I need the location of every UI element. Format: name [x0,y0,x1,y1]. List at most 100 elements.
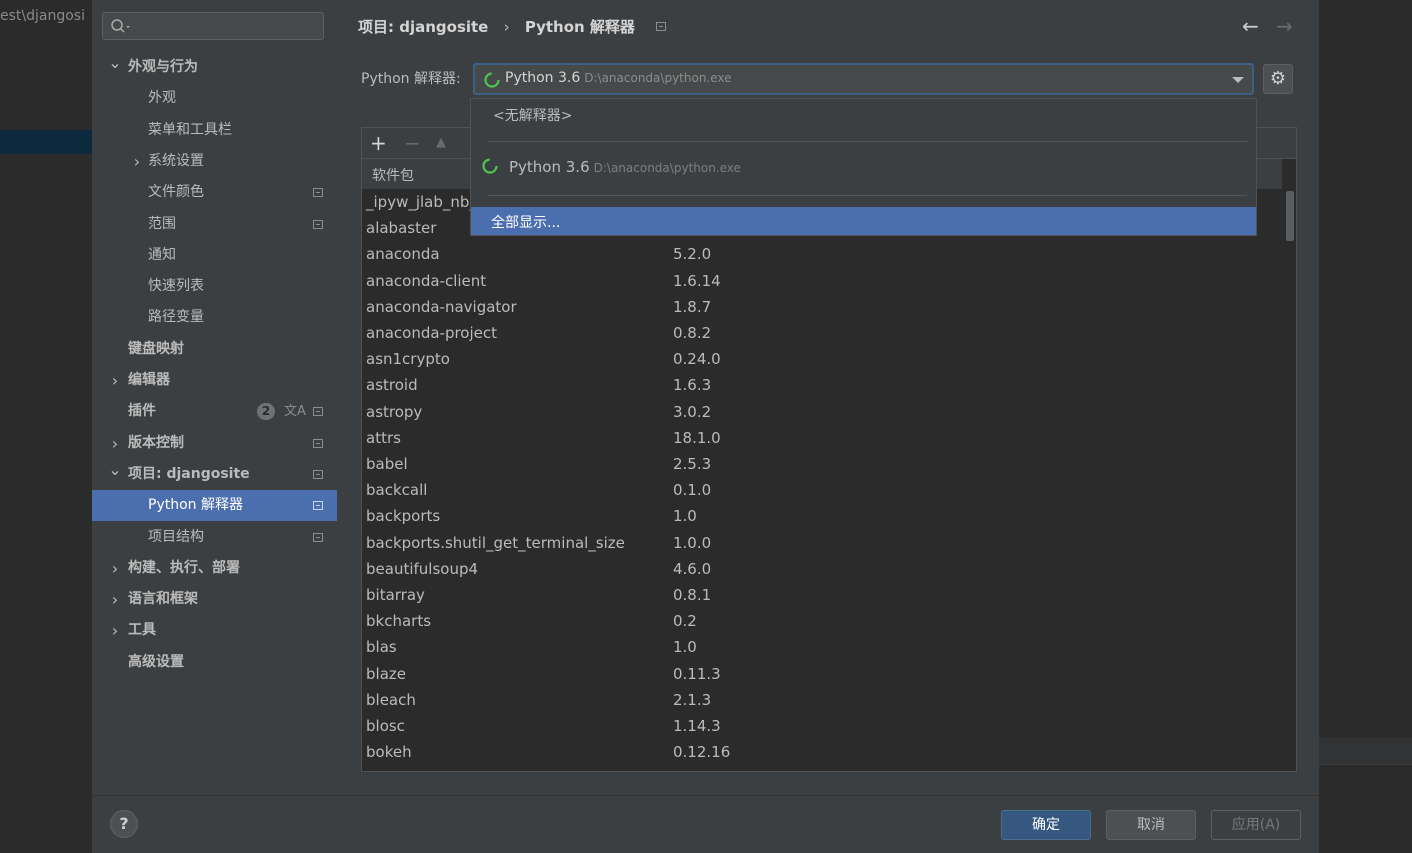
table-row[interactable]: bokeh 0.12.16 [362,739,1282,765]
sidebar-item-label: 版本控制 [128,434,184,451]
help-button[interactable]: ? [110,810,138,838]
sidebar-item-label: 高级设置 [128,653,184,670]
sidebar-item[interactable]: 通知 [92,240,337,271]
package-version: 0.1.0 [673,481,712,500]
sidebar-item[interactable]: 范围 [92,209,337,240]
sidebar-item[interactable]: › 系统设置 [92,146,337,177]
project-level-icon [656,22,667,31]
sidebar-item[interactable]: 外观 [92,83,337,114]
ok-button[interactable]: 确定 [1001,810,1091,840]
table-row[interactable]: bkcharts 0.2 [362,608,1282,634]
table-row[interactable]: anaconda-project 0.8.2 [362,320,1282,346]
back-arrow-icon[interactable]: ← [1242,14,1259,38]
table-row[interactable]: babel 2.5.3 [362,451,1282,477]
cancel-button[interactable]: 取消 [1106,810,1196,840]
table-row[interactable]: beautifulsoup4 4.6.0 [362,556,1282,582]
chevron-down-icon[interactable]: ⌄ [108,47,122,78]
upgrade-package-icon[interactable]: ▲ [436,135,446,150]
sidebar-item-label: 工具 [128,622,156,639]
sidebar-item[interactable]: ⌄ 外观与行为 [92,52,337,83]
table-row[interactable]: backcall 0.1.0 [362,477,1282,503]
sidebar-item-label: Python 解释器 [148,497,243,514]
interpreter-selected-path: D:\anaconda\python.exe [584,71,732,85]
package-version: 1.6.14 [673,271,721,290]
table-row[interactable]: blas 1.0 [362,634,1282,660]
sidebar-item-label: 路径变量 [148,309,204,326]
chevron-down-icon[interactable] [1232,77,1244,83]
chevron-right-icon[interactable]: › [130,146,144,177]
sidebar-item[interactable]: › 编辑器 [92,365,337,396]
project-level-icon [313,469,323,479]
table-row[interactable]: bleach 2.1.3 [362,687,1282,713]
table-row[interactable]: backports 1.0 [362,503,1282,529]
interpreter-dropdown: <无解释器> Python 3.6 D:\anaconda\python.exe … [470,98,1257,236]
table-row[interactable]: anaconda 5.2.0 [362,241,1282,267]
package-name: anaconda [366,245,440,264]
sidebar-item[interactable]: › 版本控制 [92,428,337,459]
packages-scrollbar[interactable] [1283,189,1296,771]
sidebar-item[interactable]: Python 解释器 [92,490,337,522]
package-version: 18.1.0 [673,428,721,447]
sidebar-item[interactable]: 文件颜色 [92,177,337,208]
translate-icon: 文A [284,404,306,420]
table-row[interactable]: anaconda-client 1.6.14 [362,268,1282,294]
sidebar-item[interactable]: › 工具 [92,615,337,646]
chevron-down-icon[interactable]: ⌄ [108,454,122,485]
package-version: 2.5.3 [673,455,712,473]
settings-dialog: ⌄ 外观与行为外观菜单和工具栏 › 系统设置 文件颜色 范围 通知 快速列表路径变量键盘映射 ›… [92,0,1319,853]
project-level-icon [313,188,323,198]
dropdown-option-python36[interactable]: Python 3.6 D:\anaconda\python.exe [481,157,741,176]
sidebar-item[interactable]: 高级设置 [92,647,337,678]
package-version: 0.12.16 [673,743,731,762]
package-version: 3.0.2 [673,402,712,421]
dropdown-show-all[interactable]: 全部显示... [471,207,1256,235]
gear-icon[interactable]: ⚙ [1263,64,1293,94]
chevron-right-icon[interactable]: › [108,584,122,615]
sidebar-item[interactable]: 路径变量 [92,302,337,333]
sidebar-item[interactable]: ⌄ 项目: djangosite [92,459,337,490]
remove-package-icon[interactable]: − [404,131,421,155]
dropdown-option-no-interpreter[interactable]: <无解释器> [493,105,572,125]
package-name: anaconda-project [366,324,498,342]
scrollbar-thumb[interactable] [1286,191,1294,241]
dropdown-divider [488,141,1247,142]
python-spinner-icon [482,158,498,174]
table-row[interactable]: astroid 1.6.3 [362,372,1282,398]
sidebar-item[interactable]: 项目结构 [92,522,337,553]
sidebar-item[interactable]: 键盘映射 [92,334,337,365]
chevron-right-icon[interactable]: › [108,553,122,584]
settings-search-input[interactable] [102,12,324,40]
sidebar-item-label: 外观 [148,90,176,107]
table-row[interactable]: attrs 18.1.0 [362,425,1282,451]
table-row[interactable]: backports.shutil_get_terminal_size 1.0.0 [362,530,1282,556]
table-row[interactable]: astropy 3.0.2 [362,399,1282,425]
breadcrumb-project[interactable]: 项目: djangosite [358,18,488,36]
package-version: 1.0.0 [673,533,712,552]
project-level-icon [313,532,323,542]
add-package-icon[interactable]: + [370,131,387,155]
sidebar-item-label: 构建、执行、部署 [128,559,240,576]
table-row[interactable]: asn1crypto 0.24.0 [362,346,1282,372]
chevron-right-icon[interactable]: › [108,365,122,396]
table-row[interactable]: blaze 0.11.3 [362,661,1282,687]
sidebar-item[interactable]: › 语言和框架 [92,584,337,615]
column-header-package[interactable]: 软件包 [372,165,414,185]
sidebar-item[interactable]: › 构建、执行、部署 [92,553,337,584]
package-version: 0.8.2 [673,324,712,342]
sidebar-item[interactable]: 插件 2 文A [92,396,337,427]
interpreter-combobox[interactable]: Python 3.6 D:\anaconda\python.exe [473,63,1254,95]
sidebar-item[interactable]: 菜单和工具栏 [92,115,337,146]
package-version: 5.2.0 [673,245,712,264]
sidebar-item[interactable]: 快速列表 [92,271,337,302]
sidebar-item-label: 键盘映射 [128,340,184,357]
chevron-right-icon[interactable]: › [108,615,122,646]
dropdown-divider [488,195,1247,196]
table-row[interactable]: bitarray 0.8.1 [362,582,1282,608]
forward-arrow-icon[interactable]: → [1276,14,1293,38]
table-row[interactable]: blosc 1.14.3 [362,713,1282,739]
package-name: attrs [366,428,401,447]
sidebar-item-label: 菜单和工具栏 [148,121,232,138]
table-row[interactable]: anaconda-navigator 1.8.7 [362,294,1282,320]
apply-button[interactable]: 应用(A) [1211,810,1301,840]
background-selection [0,130,92,154]
